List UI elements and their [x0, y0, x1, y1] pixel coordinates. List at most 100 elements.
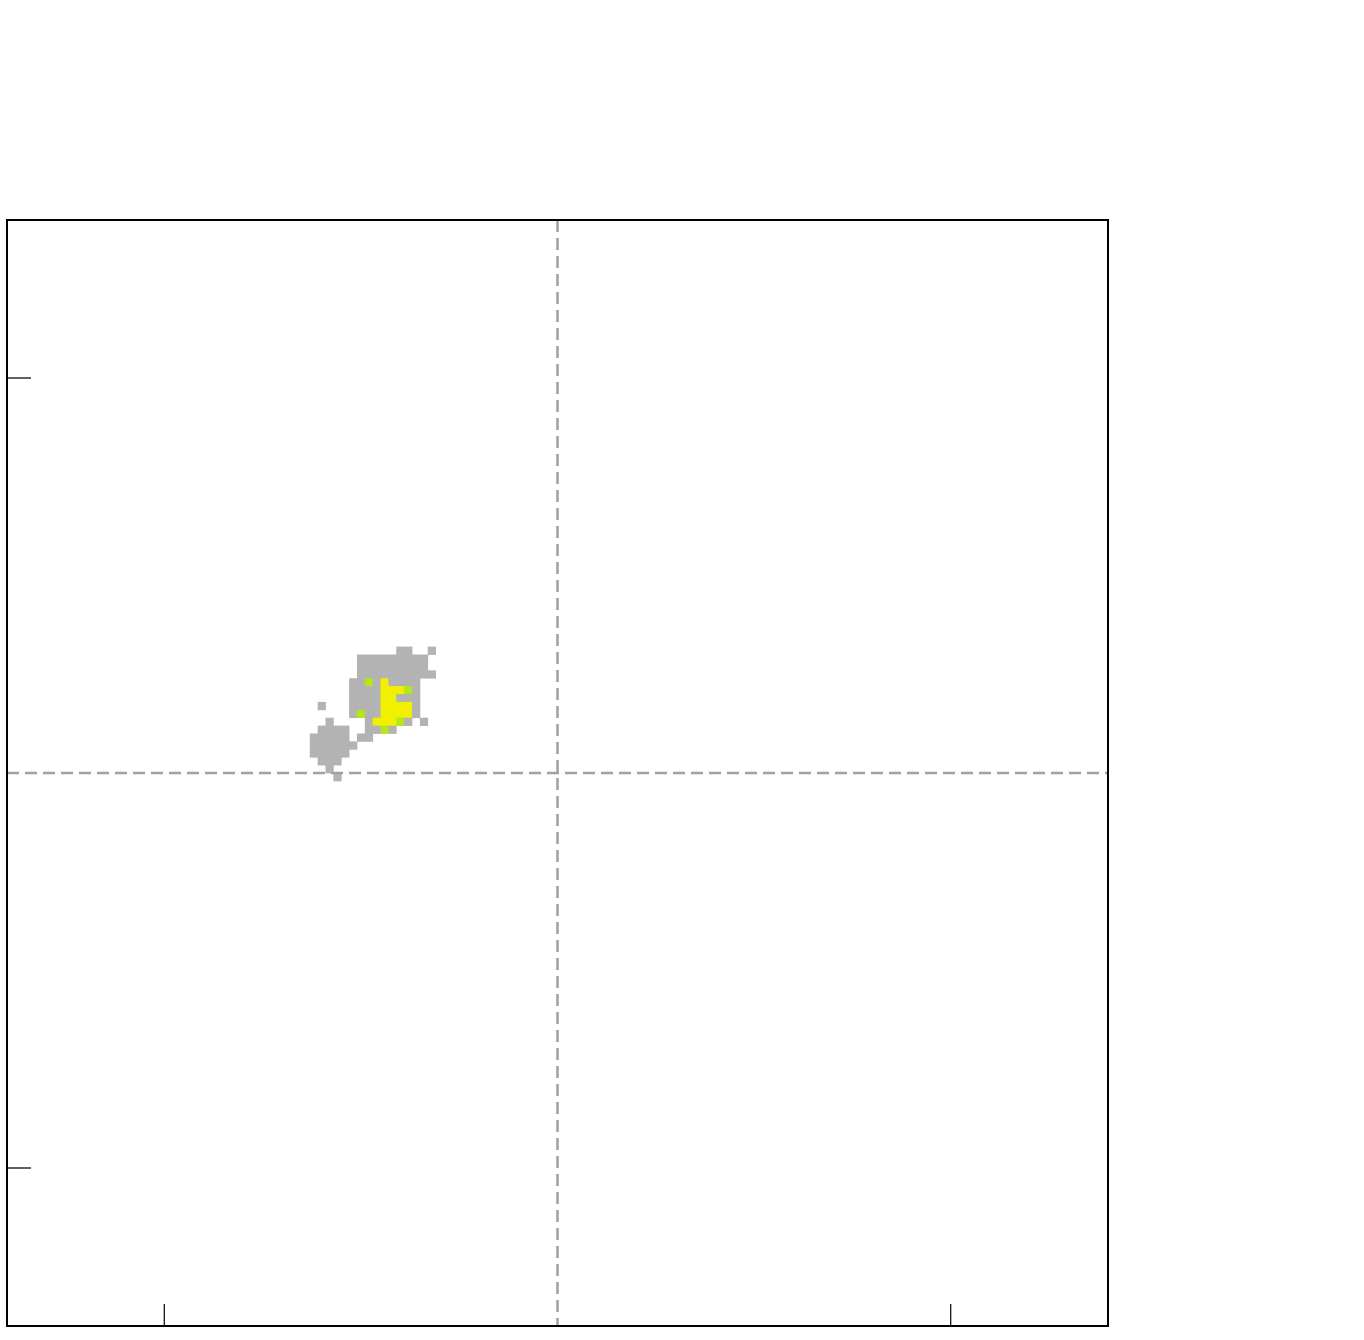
density-cell: [388, 670, 397, 679]
density-cell: [404, 686, 413, 695]
density-cell: [317, 725, 326, 734]
density-cell: [309, 741, 319, 750]
density-cell: [404, 646, 413, 655]
density-cell: [380, 701, 389, 711]
density-cell: [372, 701, 381, 711]
density-cell: [412, 709, 421, 719]
density-cell: [404, 662, 413, 671]
density-cell: [396, 654, 405, 663]
density-cell: [325, 757, 334, 766]
density-cell: [341, 725, 350, 734]
density-cell: [396, 717, 405, 726]
density-cell: [364, 701, 374, 711]
density-cell: [396, 678, 405, 687]
density-cell: [364, 662, 374, 671]
density-cell: [372, 709, 381, 719]
density-cell: [364, 686, 374, 695]
density-cell: [404, 678, 413, 687]
density-cell: [388, 694, 397, 703]
density-cell: [419, 654, 429, 663]
density-cell: [333, 733, 342, 742]
density-cell: [356, 701, 366, 711]
density-cell: [356, 694, 366, 703]
density-cell: [333, 749, 342, 758]
density-cell: [380, 725, 389, 734]
density-cell: [364, 717, 374, 726]
density-cell: [380, 662, 389, 671]
density-cell: [349, 694, 358, 703]
chart-canvas: [6, 219, 1109, 1327]
density-cell: [404, 670, 413, 679]
density-cell: [356, 678, 366, 687]
density-cell: [364, 733, 374, 742]
density-cell: [341, 749, 350, 758]
density-cell: [380, 717, 389, 726]
density-cell: [396, 646, 405, 655]
density-cell: [396, 701, 405, 711]
density-cell: [356, 662, 366, 671]
density-cell: [356, 709, 366, 719]
density-cell: [372, 662, 381, 671]
density-cell: [364, 694, 374, 703]
density-cell: [388, 725, 397, 734]
density-cell: [325, 741, 334, 750]
density-cell: [317, 701, 326, 711]
density-cell: [412, 686, 421, 695]
density-cell: [388, 709, 397, 719]
density-cell: [412, 694, 421, 703]
density-cell: [349, 686, 358, 695]
density-cell: [317, 733, 326, 742]
density-cell: [333, 757, 342, 766]
density-cell: [325, 717, 334, 726]
density-cell: [309, 733, 319, 742]
density-cell: [372, 725, 381, 734]
density-cell: [404, 717, 413, 726]
density-cell: [404, 654, 413, 663]
density-cell: [412, 654, 421, 663]
density-cell: [388, 686, 397, 695]
density-cell: [372, 717, 381, 726]
density-cell: [419, 717, 429, 726]
density-cell: [380, 694, 389, 703]
density-chart: [0, 0, 1364, 1340]
density-cell: [349, 678, 358, 687]
density-cell: [380, 709, 389, 719]
density-cell: [388, 654, 397, 663]
density-cell: [325, 733, 334, 742]
density-cell: [380, 670, 389, 679]
density-cell: [372, 694, 381, 703]
density-cell: [341, 733, 350, 742]
density-cell: [317, 757, 326, 766]
density-cell: [396, 694, 405, 703]
density-cell: [372, 686, 381, 695]
density-cell: [349, 701, 358, 711]
density-cell: [317, 749, 326, 758]
density-cell: [372, 678, 381, 687]
density-cell: [404, 701, 413, 711]
density-cell: [419, 670, 429, 679]
density-cell: [356, 654, 366, 663]
density-cell: [412, 701, 421, 711]
density-cell: [419, 662, 429, 671]
density-cell: [333, 741, 342, 750]
density-cell: [317, 741, 326, 750]
density-cell: [380, 686, 389, 695]
density-cell: [412, 670, 421, 679]
density-cell: [427, 670, 436, 679]
density-cell: [325, 749, 334, 758]
density-cell: [396, 662, 405, 671]
density-cell: [388, 717, 397, 726]
density-cell: [396, 670, 405, 679]
density-cell: [325, 725, 334, 734]
density-cell: [349, 741, 358, 750]
density-cell: [380, 654, 389, 663]
density-cell: [364, 709, 374, 719]
density-cell: [388, 662, 397, 671]
density-cell: [388, 678, 397, 687]
density-cell: [388, 701, 397, 711]
density-cell: [341, 741, 350, 750]
density-cell: [404, 694, 413, 703]
density-cell: [404, 709, 413, 719]
density-cell: [364, 725, 374, 734]
density-cell: [412, 678, 421, 687]
